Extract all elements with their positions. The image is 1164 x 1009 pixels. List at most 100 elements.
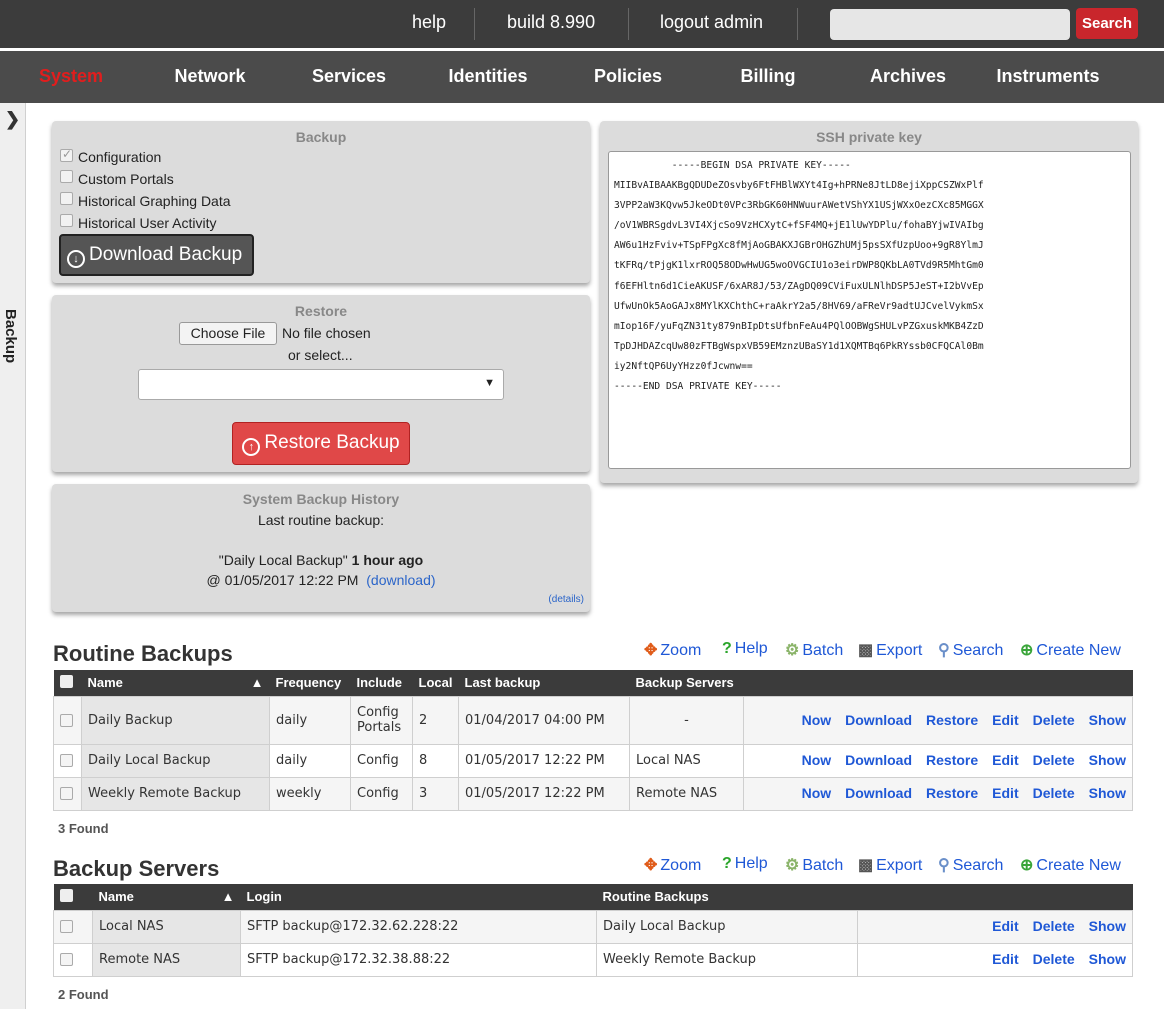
- row-checkbox[interactable]: [60, 754, 73, 767]
- col-frequency[interactable]: Frequency: [269, 670, 351, 696]
- now-button[interactable]: Now: [802, 712, 832, 728]
- help-link[interactable]: help: [412, 12, 446, 33]
- row-routine-backups[interactable]: Daily Local Backup: [596, 909, 858, 944]
- download-circle-icon: ↓: [67, 250, 85, 268]
- export-tool[interactable]: ▩ Export: [858, 640, 922, 660]
- show-button[interactable]: Show: [1089, 918, 1126, 934]
- select-all-checkbox[interactable]: [59, 888, 73, 902]
- show-button[interactable]: Show: [1089, 712, 1126, 728]
- ssh-key-textarea[interactable]: -----BEGIN DSA PRIVATE KEY----- MIIBvAIBA…: [608, 151, 1131, 469]
- col-backup-servers[interactable]: Backup Servers: [629, 670, 744, 696]
- row-backup-servers[interactable]: Remote NAS: [629, 776, 744, 811]
- row-routine-backups[interactable]: Weekly Remote Backup: [596, 942, 858, 977]
- logout-link[interactable]: logout admin: [660, 12, 763, 33]
- restore-button[interactable]: Restore: [926, 752, 978, 768]
- ssh-panel-title: SSH private key: [816, 129, 922, 145]
- nav-billing[interactable]: Billing: [703, 66, 833, 87]
- plus-circle-icon: ⊕: [1020, 642, 1034, 659]
- row-backup-servers[interactable]: Local NAS: [629, 743, 744, 778]
- search-button[interactable]: Search: [1076, 8, 1138, 39]
- col-routine-backups[interactable]: Routine Backups: [596, 884, 858, 910]
- row-checkbox[interactable]: [60, 953, 73, 966]
- row-frequency: weekly: [269, 776, 351, 811]
- col-last-backup[interactable]: Last backup: [458, 670, 630, 696]
- search-tool[interactable]: ⚲ Search: [938, 640, 1003, 660]
- ssh-key-line: -----BEGIN DSA PRIVATE KEY-----: [614, 160, 851, 171]
- ssh-key-line: 3VPP2aW3KQvw5JkeODt0VPc3RbGK60HNWuurAWet…: [614, 200, 984, 212]
- nav-instruments[interactable]: Instruments: [983, 66, 1113, 87]
- delete-button[interactable]: Delete: [1033, 712, 1075, 728]
- edit-button[interactable]: Edit: [992, 712, 1018, 728]
- create-new-tool[interactable]: ⊕ Create New: [1020, 640, 1121, 660]
- history-download-link[interactable]: (download): [366, 572, 435, 588]
- user-activity-checkbox[interactable]: [60, 214, 73, 227]
- row-name[interactable]: Remote NAS: [92, 942, 241, 977]
- nav-identities[interactable]: Identities: [423, 66, 553, 87]
- restore-button[interactable]: Restore: [926, 712, 978, 728]
- delete-button[interactable]: Delete: [1033, 951, 1075, 967]
- restore-backup-button[interactable]: ↑ Restore Backup: [232, 422, 410, 465]
- row-name[interactable]: Local NAS: [92, 909, 241, 944]
- now-button[interactable]: Now: [802, 752, 832, 768]
- help-tool[interactable]: ? Help: [722, 855, 768, 873]
- col-include[interactable]: Include: [350, 670, 413, 696]
- zoom-tool[interactable]: ✥ Zoom: [644, 855, 701, 875]
- configuration-checkbox[interactable]: [60, 147, 73, 162]
- nav-archives[interactable]: Archives: [843, 66, 973, 87]
- table-header-row: Name ▲ Login Routine Backups: [53, 884, 1133, 910]
- row-name[interactable]: Daily Local Backup: [81, 743, 270, 778]
- graphing-data-checkbox[interactable]: [60, 192, 73, 205]
- download-backup-button[interactable]: ↓ Download Backup: [59, 234, 254, 276]
- delete-button[interactable]: Delete: [1033, 752, 1075, 768]
- nav-network[interactable]: Network: [145, 66, 275, 87]
- choose-file-button[interactable]: Choose File: [179, 322, 277, 345]
- select-all-checkbox[interactable]: [59, 674, 73, 688]
- download-button[interactable]: Download: [845, 785, 912, 801]
- col-login[interactable]: Login: [240, 884, 597, 910]
- col-local[interactable]: Local: [412, 670, 459, 696]
- custom-portals-checkbox[interactable]: [60, 170, 73, 183]
- show-button[interactable]: Show: [1089, 951, 1126, 967]
- nav-system[interactable]: System: [6, 66, 136, 87]
- zoom-tool[interactable]: ✥ Zoom: [644, 640, 701, 660]
- select-all-cell[interactable]: [53, 670, 82, 696]
- batch-tool[interactable]: ⚙ Batch: [785, 855, 843, 875]
- edit-button[interactable]: Edit: [992, 951, 1018, 967]
- download-button[interactable]: Download: [845, 752, 912, 768]
- upload-circle-icon: ↑: [242, 438, 261, 456]
- row-checkbox[interactable]: [60, 787, 73, 800]
- row-checkbox[interactable]: [60, 713, 73, 727]
- show-button[interactable]: Show: [1089, 752, 1126, 768]
- backup-select[interactable]: ▼: [138, 369, 504, 400]
- row-checkbox[interactable]: [60, 920, 73, 933]
- last-backup-ago: 1 hour ago: [351, 552, 424, 568]
- help-tool[interactable]: ? Help: [722, 640, 768, 658]
- edit-button[interactable]: Edit: [992, 918, 1018, 934]
- row-name[interactable]: Weekly Remote Backup: [81, 776, 270, 811]
- edit-button[interactable]: Edit: [992, 752, 1018, 768]
- row-name[interactable]: Daily Backup: [81, 695, 270, 745]
- search-input[interactable]: [830, 9, 1070, 40]
- search-tool[interactable]: ⚲ Search: [938, 855, 1003, 875]
- table-row: Remote NAS SFTP backup@172.32.38.88:22 W…: [53, 942, 1133, 977]
- download-button[interactable]: Download: [845, 712, 912, 728]
- col-name[interactable]: Name ▲: [81, 670, 270, 696]
- zoom-label: Zoom: [660, 857, 702, 874]
- delete-button[interactable]: Delete: [1033, 785, 1075, 801]
- chevron-right-icon[interactable]: ❯: [5, 109, 20, 130]
- create-new-tool[interactable]: ⊕ Create New: [1020, 855, 1121, 875]
- edit-button[interactable]: Edit: [992, 785, 1018, 801]
- details-link[interactable]: (details): [548, 594, 584, 605]
- show-button[interactable]: Show: [1089, 785, 1126, 801]
- now-button[interactable]: Now: [802, 785, 832, 801]
- nav-policies[interactable]: Policies: [563, 66, 693, 87]
- routine-found-count: 3 Found: [58, 821, 109, 836]
- delete-button[interactable]: Delete: [1033, 918, 1075, 934]
- col-name[interactable]: Name ▲: [92, 884, 241, 910]
- select-all-cell[interactable]: [53, 884, 93, 910]
- side-tab-label[interactable]: Backup: [2, 309, 19, 363]
- export-tool[interactable]: ▩ Export: [858, 855, 922, 875]
- restore-button[interactable]: Restore: [926, 785, 978, 801]
- batch-tool[interactable]: ⚙ Batch: [785, 640, 843, 660]
- nav-services[interactable]: Services: [284, 66, 414, 87]
